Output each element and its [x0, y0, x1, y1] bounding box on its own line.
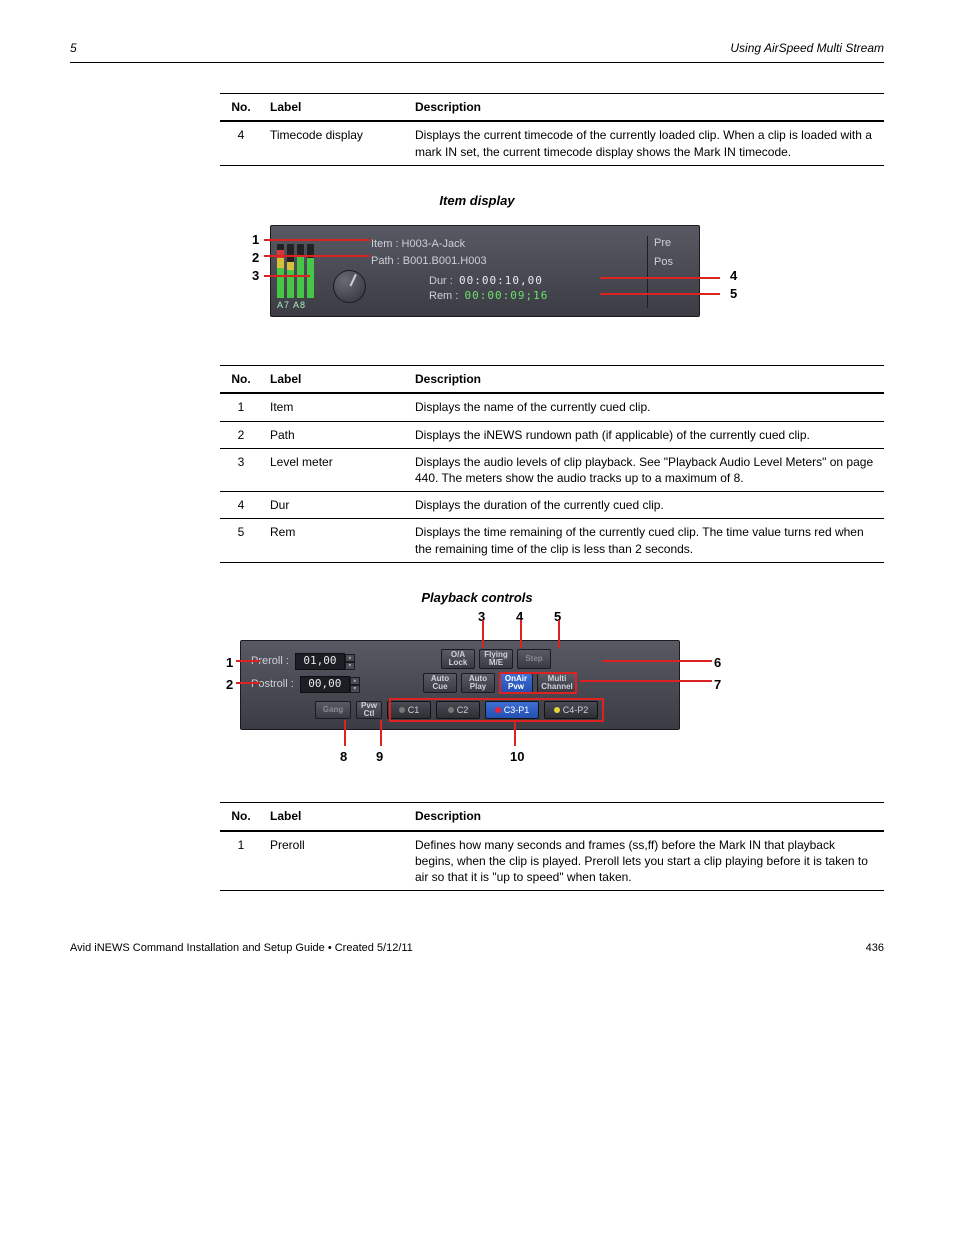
t1-r0-desc: Displays the current timecode of the cur… [407, 121, 884, 165]
table-item-display: No. Label Description 1 Item Displays th… [220, 365, 884, 563]
t3-r0-num: 1 [220, 831, 262, 891]
t2-r2-num: 3 [220, 448, 262, 491]
t2-r3-label: Dur [262, 492, 407, 519]
t2-h2: Description [407, 366, 884, 394]
table-timecode-display: No. Label Description 4 Timecode display… [220, 93, 884, 166]
item-path: Path : B001.B001.H003 [371, 253, 487, 270]
t2-h1: Label [262, 366, 407, 394]
preroll-input[interactable]: 01,00 ▴▾ [295, 653, 345, 670]
header-page-ref: 5 [70, 40, 77, 56]
co2-4: 4 [516, 608, 523, 626]
postroll-value: 00,00 [308, 677, 341, 692]
t2-r4-num: 5 [220, 519, 262, 562]
co1-2: 2 [252, 249, 259, 267]
footer-page: 436 [866, 941, 884, 956]
footer-left: Avid iNEWS Command Installation and Setu… [70, 941, 413, 956]
preroll-label: Preroll : [251, 654, 289, 669]
t2-r4-desc: Displays the time remaining of the curre… [407, 519, 884, 562]
pre-label: Pre [654, 236, 693, 251]
preroll-down-icon[interactable]: ▾ [345, 662, 355, 670]
t2-r1-num: 2 [220, 421, 262, 448]
postroll-label: Postroll : [251, 677, 294, 692]
preroll-up-icon[interactable]: ▴ [345, 654, 355, 662]
co2-8: 8 [340, 748, 347, 766]
co2-1: 1 [226, 654, 233, 672]
section-playback-controls: Playback controls [70, 589, 884, 607]
audio-meters [277, 238, 314, 298]
t2-r0-label: Item [262, 393, 407, 421]
preroll-value: 01,00 [303, 654, 336, 669]
t2-r2-label: Level meter [262, 448, 407, 491]
item-name: Item : H003-A-Jack [371, 236, 487, 253]
co2-3: 3 [478, 608, 485, 626]
header-rule [70, 62, 884, 63]
co2-7: 7 [714, 676, 721, 694]
postroll-down-icon[interactable]: ▾ [350, 685, 360, 693]
pvw-ctl-button[interactable]: PvwCtl [356, 701, 382, 719]
co1-3: 3 [252, 267, 259, 285]
flying-me-button[interactable]: FlyingM/E [479, 649, 513, 669]
t2-r3-desc: Displays the duration of the currently c… [407, 492, 884, 519]
t3-h2: Description [407, 803, 884, 831]
t1-h1: Label [262, 94, 407, 122]
co1-5: 5 [730, 285, 737, 303]
jog-knob[interactable] [333, 270, 366, 303]
t2-r1-label: Path [262, 421, 407, 448]
t3-r0-label: Preroll [262, 831, 407, 891]
table-playback-controls: No. Label Description 1 Preroll Defines … [220, 802, 884, 891]
panel-playback-controls: Preroll : 01,00 ▴▾ Postroll : 00,00 ▴▾ O… [240, 640, 680, 730]
dur-label: Dur : [429, 275, 453, 287]
co1-4: 4 [730, 267, 737, 285]
step-button[interactable]: Step [517, 649, 551, 669]
highlight-onair-multi [499, 672, 577, 694]
auto-cue-button[interactable]: AutoCue [423, 673, 457, 693]
auto-play-button[interactable]: AutoPlay [461, 673, 495, 693]
t2-r0-desc: Displays the name of the currently cued … [407, 393, 884, 421]
t2-r4-label: Rem [262, 519, 407, 562]
postroll-input[interactable]: 00,00 ▴▾ [300, 676, 350, 693]
co2-2: 2 [226, 676, 233, 694]
postroll-up-icon[interactable]: ▴ [350, 677, 360, 685]
t2-r1-desc: Displays the iNEWS rundown path (if appl… [407, 421, 884, 448]
t1-r0-label: Timecode display [262, 121, 407, 165]
t1-h2: Description [407, 94, 884, 122]
t2-r0-num: 1 [220, 393, 262, 421]
t2-r2-desc: Displays the audio levels of clip playba… [407, 448, 884, 491]
co2-10: 10 [510, 748, 524, 766]
co2-6: 6 [714, 654, 721, 672]
co1-1: 1 [252, 231, 259, 249]
highlight-channels [389, 698, 604, 722]
oa-lock-button[interactable]: O/ALock [441, 649, 475, 669]
header-title: Using AirSpeed Multi Stream [730, 40, 884, 56]
section-item-display: Item display [70, 192, 884, 210]
rem-value: 00:00:09;16 [464, 289, 548, 302]
rem-label: Rem : [429, 290, 458, 302]
t1-h0: No. [220, 94, 262, 122]
co2-9: 9 [376, 748, 383, 766]
co2-5: 5 [554, 608, 561, 626]
t1-r0-num: 4 [220, 121, 262, 165]
gang-button[interactable]: Gang [315, 701, 351, 719]
panel-item-display: A7 A8 Item : H003-A-Jack Path : B001.B00… [270, 225, 700, 317]
meter-label: A7 A8 [277, 299, 306, 311]
t2-r3-num: 4 [220, 492, 262, 519]
dur-value: 00:00:10,00 [459, 274, 543, 287]
t3-h0: No. [220, 803, 262, 831]
pos-label: Pos [654, 255, 693, 270]
t2-h0: No. [220, 366, 262, 394]
t3-r0-desc: Defines how many seconds and frames (ss,… [407, 831, 884, 891]
t3-h1: Label [262, 803, 407, 831]
